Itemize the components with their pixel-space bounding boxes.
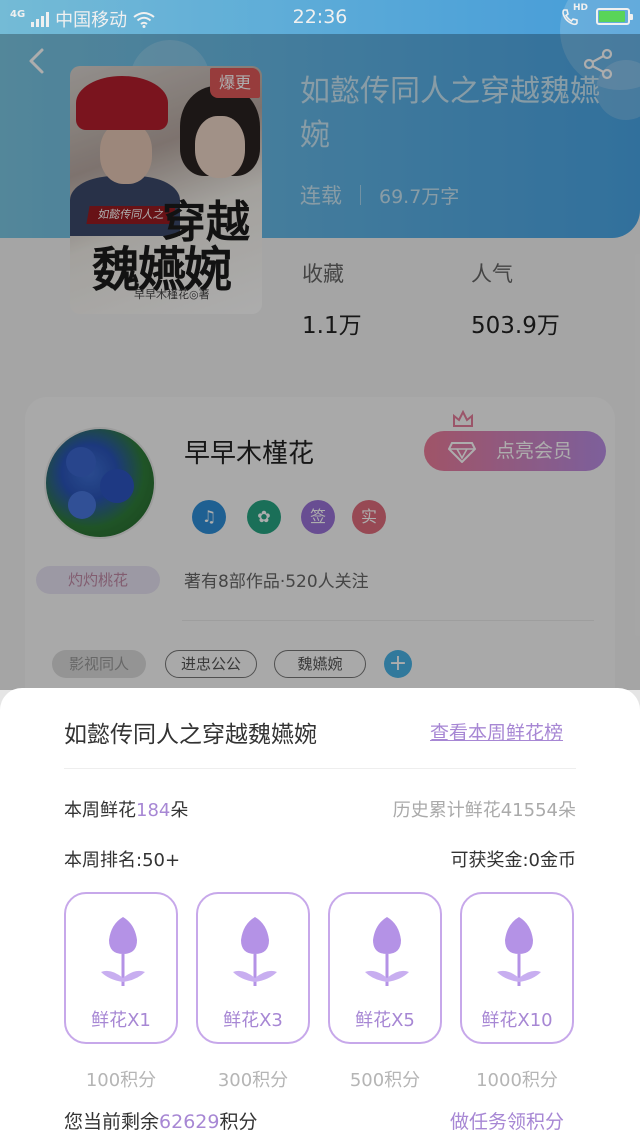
flower-option-x3[interactable]: 鲜花X3 [196,892,310,1044]
flower-option-cost: 1000积分 [476,1070,558,1091]
flower-option-cost: 500积分 [349,1070,421,1091]
remaining-suffix: 积分 [219,1111,258,1133]
flower-option-label: 鲜花X5 [355,1010,415,1031]
tulip-icon [497,917,541,986]
weekly-flowers-prefix: 本周鲜花 [64,800,136,821]
tulip-icon [233,917,277,986]
weekly-flowers: 本周鲜花184朵 [64,796,188,822]
flower-option-x1[interactable]: 鲜花X1 [64,892,178,1044]
tulip-icon [365,917,409,986]
flower-option-label: 鲜花X3 [223,1010,283,1031]
flower-option-cost: 100积分 [85,1070,157,1091]
flower-option-label: 鲜花X10 [481,1010,553,1031]
flower-option-cost: 300积分 [217,1070,289,1091]
tulip-icon [101,917,145,986]
remaining-points-value: 62629 [159,1111,220,1133]
remaining-prefix: 您当前剩余 [64,1111,160,1133]
earn-points-link[interactable]: 做任务领积分 [450,1107,564,1134]
modal-backdrop[interactable] [0,34,640,690]
reward-amount: 可获奖金:0金币 [450,850,576,871]
weekly-flower-rank-link[interactable]: 查看本周鲜花榜 [430,718,563,745]
flower-option-x10[interactable]: 鲜花X10 [460,892,574,1044]
weekly-rank: 本周排名:50+ [64,850,181,871]
flower-option-x5[interactable]: 鲜花X5 [328,892,442,1044]
remaining-points: 您当前剩余62629积分 [64,1107,257,1134]
sheet-book-title: 如懿传同人之穿越魏嬿婉 [64,722,317,748]
divider [64,768,576,769]
flower-option-label: 鲜花X1 [91,1010,151,1031]
weekly-flowers-suffix: 朵 [170,800,189,821]
history-flowers: 历史累计鲜花41554朵 [392,800,576,821]
weekly-flowers-count: 184 [136,800,171,821]
